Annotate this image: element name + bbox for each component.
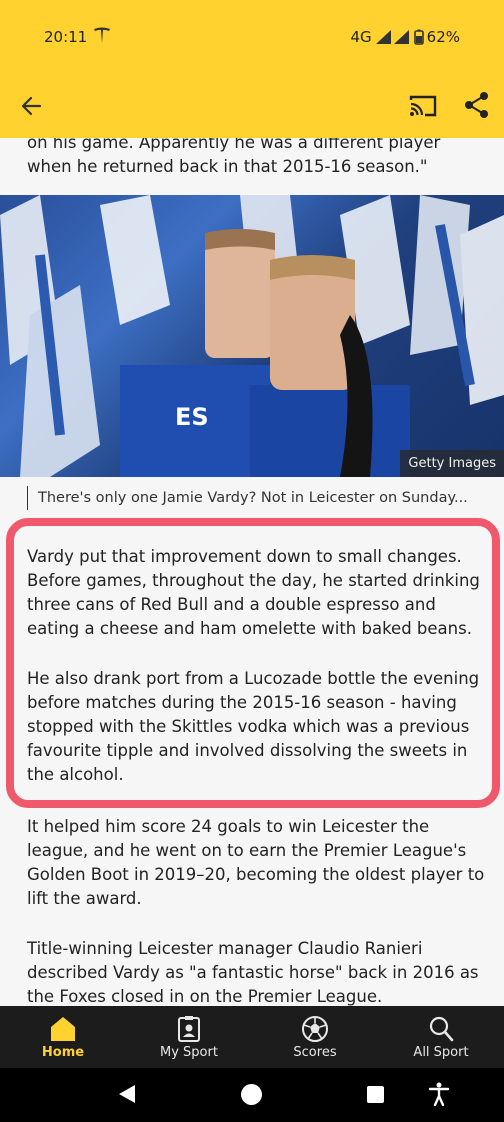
- nav-scores[interactable]: Scores: [252, 1006, 378, 1068]
- home-icon: [51, 1017, 75, 1041]
- share-icon: [465, 92, 488, 118]
- arrow-left-icon: [21, 96, 42, 116]
- image-caption: There's only one Jamie Vardy? Not in Lei…: [27, 486, 487, 510]
- app-bar: [0, 74, 504, 138]
- system-recents-icon[interactable]: [367, 1086, 384, 1103]
- accessibility-icon[interactable]: [428, 1082, 450, 1106]
- nav-all-sport-label: All Sport: [413, 1045, 469, 1060]
- svg-text:ES: ES: [175, 403, 209, 431]
- system-home-icon[interactable]: [241, 1084, 262, 1105]
- photo-credit: Getty Images: [400, 450, 504, 477]
- cast-button[interactable]: [408, 92, 438, 120]
- nav-home[interactable]: Home: [0, 1006, 126, 1068]
- share-button[interactable]: [464, 91, 490, 119]
- fans-photo-illustration: ES: [0, 195, 504, 477]
- article-paragraph: He also drank port from a Lucozade bottl…: [27, 669, 480, 784]
- signal-icon: [375, 30, 409, 44]
- bottom-navigation: Home My Sport Scores All Sport: [0, 1006, 504, 1068]
- search-icon: [429, 1016, 454, 1042]
- nav-all-sport[interactable]: All Sport: [378, 1006, 504, 1068]
- nav-scores-label: Scores: [293, 1045, 337, 1060]
- article-paragraph: It helped him score 24 goals to win Leic…: [27, 817, 485, 908]
- article-paragraph: Vardy put that improvement down to small…: [27, 547, 480, 638]
- network-type: 4G: [350, 28, 372, 46]
- article-content[interactable]: on his game. Apparently he was a differe…: [0, 138, 504, 1006]
- system-back-icon[interactable]: [118, 1084, 136, 1104]
- status-bar: 20:11 4G 62%: [0, 0, 504, 74]
- my-sport-icon: [178, 1016, 200, 1042]
- system-navigation-bar: [0, 1068, 504, 1122]
- article-paragraph: on his game. Apparently he was a differe…: [27, 138, 441, 176]
- tesla-icon: [92, 26, 112, 48]
- status-indicators: 4G 62%: [350, 28, 460, 46]
- football-icon: [302, 1016, 328, 1042]
- status-time: 20:11: [44, 28, 88, 46]
- cast-icon: [409, 95, 437, 117]
- nav-my-sport[interactable]: My Sport: [126, 1006, 252, 1068]
- nav-my-sport-label: My Sport: [160, 1045, 218, 1060]
- battery-icon: [413, 29, 424, 45]
- article-image[interactable]: ES Getty Images: [0, 195, 504, 477]
- back-button[interactable]: [18, 92, 46, 120]
- battery-level: 62%: [426, 28, 460, 46]
- nav-home-label: Home: [41, 1045, 85, 1060]
- article-paragraph: Title-winning Leicester manager Claudio …: [27, 939, 479, 1006]
